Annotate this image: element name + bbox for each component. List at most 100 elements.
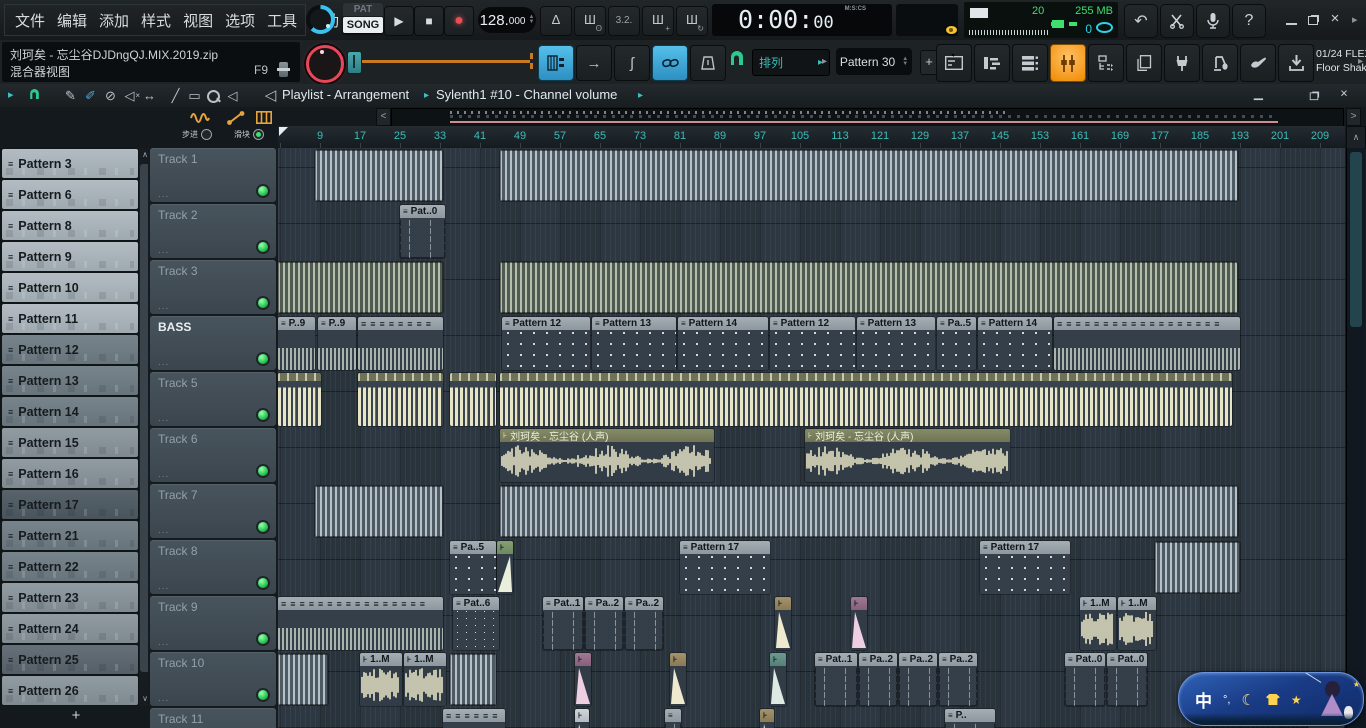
minimap-scroll-left[interactable]: < xyxy=(376,108,391,126)
clip[interactable]: ≡Pat..1 xyxy=(815,653,857,706)
clip[interactable]: ⊦ xyxy=(760,709,774,728)
overdub-button[interactable]: Ш+ xyxy=(642,6,674,36)
track-options[interactable]: ... xyxy=(158,413,169,424)
gesture-button[interactable] xyxy=(1240,44,1276,82)
zoom-tool[interactable] xyxy=(207,90,220,103)
undo-button[interactable]: ↶ xyxy=(1124,4,1158,38)
clip[interactable]: ≡P.. xyxy=(945,709,995,728)
time-display[interactable]: 0:00:00 M:S:CS xyxy=(712,4,892,36)
vscroll-handle[interactable] xyxy=(1350,152,1362,327)
pattern-item[interactable]: ≡Pattern 13 xyxy=(2,366,138,395)
breadcrumb-playlist[interactable]: Playlist - Arrangement xyxy=(282,87,409,102)
pattern-item[interactable]: ≡Pattern 12 xyxy=(2,335,138,364)
track-options[interactable]: ... xyxy=(158,357,169,368)
clip[interactable] xyxy=(315,150,443,201)
plugin-button[interactable] xyxy=(1164,44,1200,82)
play-button[interactable]: ▶ xyxy=(384,6,414,36)
ime-toolbar[interactable]: 中 °, ☾ ★ ★ xyxy=(1178,672,1364,726)
pattern-item[interactable]: ≡Pattern 6 xyxy=(2,180,138,209)
track-header[interactable]: Track 2... xyxy=(150,204,276,258)
clip[interactable] xyxy=(315,486,443,537)
playlist-titlebar[interactable]: ▸ ✎ ✐ ⊘ ◁× ↔ ╱ ▭ ◁ ◁ Playlist - Arrangem… xyxy=(0,84,1366,108)
stop-button[interactable]: ■ xyxy=(414,6,444,36)
menu-item-6[interactable]: 工具 xyxy=(261,10,303,31)
clip[interactable]: ≡Pattern 17 xyxy=(680,541,770,594)
draw-tool[interactable]: ✎ xyxy=(62,87,79,104)
playback-tool[interactable]: ◁ xyxy=(224,87,241,104)
track-header[interactable]: Track 6... xyxy=(150,428,276,482)
track-led-icon[interactable] xyxy=(258,578,268,588)
slider-track[interactable] xyxy=(352,60,530,63)
paint-tool[interactable]: ✐ xyxy=(82,87,99,104)
glide-button[interactable]: ʃ xyxy=(614,45,650,81)
track-options[interactable]: ... xyxy=(158,637,169,648)
track-options[interactable]: ... xyxy=(158,245,169,256)
minimap-scroll-right[interactable]: > xyxy=(1346,108,1361,126)
track-options[interactable]: ... xyxy=(158,469,169,480)
clip[interactable]: ⊦ xyxy=(851,597,867,650)
clip[interactable] xyxy=(500,486,1238,537)
pattern-item[interactable]: ≡Pattern 15 xyxy=(2,428,138,457)
audio-clip-tab[interactable] xyxy=(188,110,212,125)
track-options[interactable]: ... xyxy=(158,525,169,536)
track-led-icon[interactable] xyxy=(258,634,268,644)
track-led-icon[interactable] xyxy=(258,690,268,700)
track-led-icon[interactable] xyxy=(258,242,268,252)
menu-item-0[interactable]: 文件 xyxy=(9,10,51,31)
delete-tool[interactable]: ⊘ xyxy=(102,87,119,104)
arrangement-selector[interactable]: 排列 ▸ xyxy=(752,49,830,76)
clip[interactable]: ⊦刘珂矣 - 忘尘谷 (人声) xyxy=(805,429,1010,482)
clip[interactable]: ⊦1..M xyxy=(404,653,446,706)
pattern-item[interactable]: ≡Pattern 25 xyxy=(2,645,138,674)
ime-language-button[interactable]: 中 xyxy=(1195,687,1212,712)
clip[interactable]: ≡Pat..0 xyxy=(1065,653,1105,706)
clip[interactable]: ⊦ xyxy=(575,709,589,728)
song-label[interactable]: SONG xyxy=(343,17,383,33)
track-header[interactable]: Track 9... xyxy=(150,596,276,650)
record-button[interactable]: ● xyxy=(444,6,474,36)
menu-item-2[interactable]: 添加 xyxy=(93,10,135,31)
playlist-grid[interactable]: ≡Pat..0≡P..9≡P..9≡≡≡≡≡≡≡≡≡Pattern 12≡Pat… xyxy=(278,148,1345,728)
track-options[interactable]: ... xyxy=(158,301,169,312)
slip-tool[interactable]: ↔ xyxy=(141,87,158,104)
loop-record-button[interactable]: Ш↻ xyxy=(676,6,708,36)
breadcrumb-target[interactable]: Sylenth1 #10 - Channel volume xyxy=(436,87,617,102)
snap-icon[interactable] xyxy=(26,87,43,104)
clip[interactable]: ≡Pat..6 xyxy=(453,597,499,650)
clip[interactable] xyxy=(500,373,1232,426)
timeline-ruler[interactable]: 9172533414957657381899710511312112913714… xyxy=(278,126,1345,149)
pat-song-switch[interactable]: PAT SONG xyxy=(343,3,383,37)
clip[interactable] xyxy=(358,373,443,426)
toolbar-overflow-arrow[interactable]: ▸ xyxy=(1352,13,1358,26)
metronome-button[interactable]: Δ xyxy=(540,6,572,36)
cut-tool-button[interactable] xyxy=(1160,4,1194,38)
pattern-item[interactable]: ≡Pattern 21 xyxy=(2,521,138,550)
menu-item-1[interactable]: 编辑 xyxy=(51,10,93,31)
ruler-collapse-button[interactable]: ∧ xyxy=(1346,126,1366,149)
clip[interactable]: ⊦ xyxy=(770,653,786,706)
flex-next-arrow[interactable]: ▸ xyxy=(1358,56,1363,67)
clip[interactable] xyxy=(278,373,321,426)
playlist-vscrollbar[interactable] xyxy=(1346,148,1365,728)
minimize-button[interactable] xyxy=(1283,12,1299,26)
menu-item-5[interactable]: 选项 xyxy=(219,10,261,31)
clip[interactable] xyxy=(500,262,1238,313)
pot-button[interactable] xyxy=(690,45,726,81)
clip[interactable]: ⊦1..M xyxy=(1118,597,1156,650)
master-volume-knob[interactable] xyxy=(306,45,344,83)
clip[interactable]: ≡Pattern 12 xyxy=(770,317,855,370)
pattern-prev-arrow[interactable]: ▸ xyxy=(822,56,827,67)
pat-label[interactable]: PAT xyxy=(343,3,383,16)
track-options[interactable]: ... xyxy=(158,693,169,704)
stepper-down-icon[interactable]: ▼ xyxy=(528,20,534,25)
mic-button[interactable] xyxy=(1196,4,1230,38)
clip[interactable]: ≡≡≡≡≡≡≡≡≡≡≡≡≡≡≡≡≡≡ xyxy=(1054,317,1240,370)
pattern-item[interactable]: ≡Pattern 14 xyxy=(2,397,138,426)
track-led-icon[interactable] xyxy=(258,466,268,476)
pattern-item[interactable]: ≡Pattern 9 xyxy=(2,242,138,271)
clip[interactable]: ≡Pa..2 xyxy=(899,653,937,706)
clip[interactable]: ≡Pat..0 xyxy=(400,205,445,258)
clip[interactable]: ≡Pa..5 xyxy=(937,317,976,370)
clip[interactable]: ≡Pa..2 xyxy=(585,597,623,650)
clip[interactable]: ≡Pattern 13 xyxy=(857,317,935,370)
